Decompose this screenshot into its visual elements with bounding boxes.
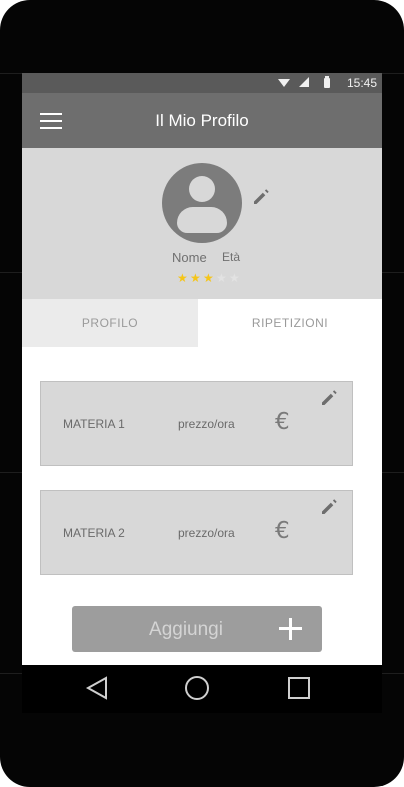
subject-card: MATERIA 1 prezzo/ora € xyxy=(40,381,353,466)
avatar-icon xyxy=(162,163,242,243)
pencil-icon[interactable] xyxy=(319,497,339,517)
star-icon: ★ xyxy=(229,271,241,285)
subject-name: MATERIA 2 xyxy=(63,526,125,540)
euro-icon: € xyxy=(275,409,290,435)
status-bar: 15:45 xyxy=(22,73,382,93)
page-title: Il Mio Profilo xyxy=(155,111,249,130)
age-label: Età xyxy=(222,250,241,264)
name-label: Nome xyxy=(172,250,207,265)
frame-line xyxy=(382,472,404,473)
tab-profilo[interactable]: PROFILO xyxy=(22,299,198,347)
price-label: prezzo/ora xyxy=(178,417,235,431)
add-button-label: Aggiungi xyxy=(149,619,223,640)
frame-line xyxy=(0,73,22,74)
wifi-icon xyxy=(278,79,290,87)
app-screen: 15:45 Il Mio Profilo Nome Età ★★★★★ PROF… xyxy=(22,73,382,665)
navigation-bar xyxy=(22,665,382,713)
star-rating: ★★★★★ xyxy=(177,271,242,285)
add-button[interactable]: Aggiungi xyxy=(72,606,322,652)
frame-line xyxy=(382,673,404,674)
back-icon[interactable] xyxy=(67,665,127,713)
subject-card: MATERIA 2 prezzo/ora € xyxy=(40,490,353,575)
plus-icon xyxy=(279,618,303,640)
pencil-icon[interactable] xyxy=(319,388,339,408)
star-icon: ★ xyxy=(203,271,215,285)
frame-line xyxy=(0,673,22,674)
app-bar: Il Mio Profilo xyxy=(22,93,382,148)
price-label: prezzo/ora xyxy=(178,526,235,540)
star-icon: ★ xyxy=(190,271,202,285)
profile-header: Nome Età ★★★★★ xyxy=(22,148,382,299)
phone-frame: 15:45 Il Mio Profilo Nome Età ★★★★★ PROF… xyxy=(0,0,404,787)
status-time: 15:45 xyxy=(346,76,377,90)
star-icon: ★ xyxy=(177,271,189,285)
signal-icon xyxy=(299,77,309,87)
battery-icon xyxy=(324,76,330,88)
recents-icon[interactable] xyxy=(269,665,329,713)
frame-line xyxy=(382,272,404,273)
tab-ripetizioni[interactable]: RIPETIZIONI xyxy=(198,299,382,347)
euro-icon: € xyxy=(275,518,290,544)
subject-name: MATERIA 1 xyxy=(63,417,125,431)
frame-line xyxy=(382,73,404,74)
home-icon[interactable] xyxy=(167,665,227,713)
tab-bar: PROFILO RIPETIZIONI xyxy=(22,299,382,347)
frame-line xyxy=(0,472,22,473)
star-icon: ★ xyxy=(216,271,228,285)
pencil-icon[interactable] xyxy=(251,187,271,207)
frame-line xyxy=(0,272,22,273)
